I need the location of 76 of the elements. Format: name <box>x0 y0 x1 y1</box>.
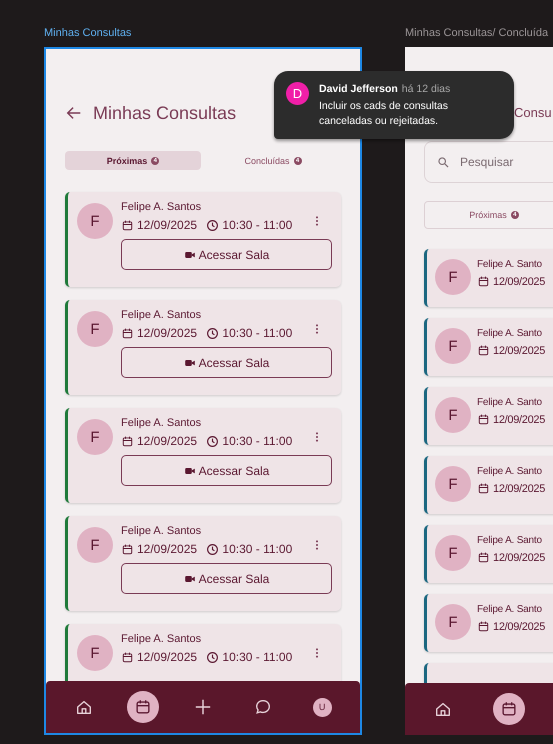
chat-bubble-icon <box>254 698 272 716</box>
patient-name: Felipe A. Santo <box>477 466 543 477</box>
avatar: F <box>435 397 471 433</box>
frame-label: Minhas Consultas <box>44 26 132 41</box>
appointment-date: 12/09/2025 <box>137 434 198 448</box>
appointment-time: 10:30 - 11:00 <box>222 326 292 340</box>
comment-author: David Jefferson <box>319 82 398 97</box>
clock-icon <box>206 434 220 448</box>
avatar: F <box>77 419 113 455</box>
patient-name: Felipe A. Santo <box>477 604 543 615</box>
join-room-button[interactable]: Acessar Sala <box>121 347 332 378</box>
calendar-icon <box>121 434 134 448</box>
avatar: F <box>77 311 113 347</box>
home-icon <box>74 698 93 716</box>
patient-name: Felipe A. Santo <box>477 397 543 408</box>
avatar: F <box>435 259 471 295</box>
commenter-avatar: D <box>286 82 309 105</box>
comment-text: Incluir os cads de consultas canceladas ou rejeitadas. <box>319 99 449 129</box>
appointment-date: 12/09/2025 <box>137 218 198 232</box>
appointment-date: 12/09/2025 <box>493 276 546 288</box>
join-room-button[interactable]: Acessar Sala <box>121 455 332 486</box>
appointment-time: 10:30 - 11:00 <box>222 218 292 232</box>
clock-icon <box>206 650 220 664</box>
plus-icon <box>194 698 212 716</box>
appointment-date: 12/09/2025 <box>493 414 546 426</box>
clock-icon <box>206 542 220 556</box>
patient-name: Felipe A. Santos <box>121 309 202 321</box>
patient-name: Felipe A. Santo <box>477 259 543 270</box>
calendar-icon <box>477 482 490 495</box>
appointment-date: 12/09/2025 <box>137 326 198 340</box>
calendar-icon <box>500 700 518 718</box>
patient-name: Felipe A. Santo <box>477 328 543 339</box>
appointment-date: 12/09/2025 <box>493 620 546 632</box>
calendar-icon <box>134 698 152 716</box>
appointment-time: 10:30 - 11:00 <box>222 650 292 664</box>
calendar-icon <box>477 413 490 426</box>
avatar: F <box>77 203 113 239</box>
join-room-button[interactable]: Acessar Sala <box>121 239 332 270</box>
patient-name: Felipe A. Santo <box>477 535 543 546</box>
calendar-icon <box>121 650 134 664</box>
calendar-icon <box>477 275 490 288</box>
appointment-date: 12/09/2025 <box>137 650 198 664</box>
page-title: Consu <box>514 104 552 120</box>
search-icon <box>437 156 450 168</box>
appointment-date: 12/09/2025 <box>493 344 546 356</box>
patient-name: Felipe A. Santos <box>121 201 202 213</box>
avatar: F <box>435 466 471 502</box>
appointment-date: 12/09/2025 <box>493 552 546 564</box>
avatar: F <box>77 635 113 671</box>
appointment-time: 10:30 - 11:00 <box>222 542 292 556</box>
join-room-button[interactable]: Acessar Sala <box>121 563 332 594</box>
calendar-icon <box>477 344 490 357</box>
avatar: F <box>435 328 471 364</box>
calendar-icon <box>121 326 134 340</box>
patient-name: Felipe A. Santos <box>121 525 202 537</box>
search-field[interactable]: Pesquisar <box>424 141 553 183</box>
frame-label: Minhas Consultas/ Concluída <box>405 26 550 41</box>
appointment-time: 10:30 - 11:00 <box>222 434 292 448</box>
nav-item[interactable] <box>127 691 160 723</box>
calendar-icon <box>477 620 490 633</box>
calendar-icon <box>121 218 134 232</box>
avatar: F <box>435 535 471 571</box>
patient-name: Felipe A. Santos <box>121 633 202 645</box>
calendar-icon <box>477 551 490 564</box>
calendar-icon <box>121 542 134 556</box>
page-title: Minhas Consultas <box>93 102 236 124</box>
comment-time: há 12 dias <box>402 82 450 97</box>
patient-name: Felipe A. Santos <box>121 417 202 429</box>
nav-item[interactable] <box>493 693 525 725</box>
clock-icon <box>206 326 220 340</box>
appointment-date: 12/09/2025 <box>493 482 546 494</box>
avatar: F <box>435 604 471 640</box>
appointment-date: 12/09/2025 <box>137 542 198 556</box>
clock-icon <box>206 218 220 232</box>
home-icon <box>434 700 452 718</box>
avatar: F <box>77 527 113 563</box>
